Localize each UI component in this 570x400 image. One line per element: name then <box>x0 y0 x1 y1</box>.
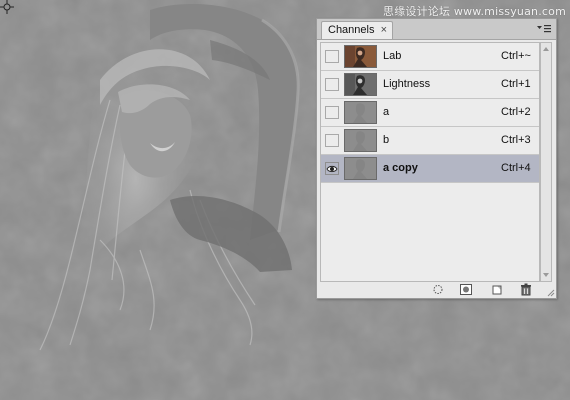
tab-channels[interactable]: Channels × <box>321 21 393 39</box>
panel-menu-icon[interactable] <box>536 23 552 35</box>
channel-list: Lab Ctrl+~ Lightness Ctrl+1 a Ctrl+2 b Ctrl+3 a … <box>320 42 540 282</box>
channel-thumbnail <box>344 157 377 180</box>
channel-row[interactable]: Lab Ctrl+~ <box>321 43 539 71</box>
channel-shortcut: Ctrl+3 <box>501 134 531 146</box>
scroll-down-icon[interactable] <box>541 269 551 281</box>
save-selection-icon[interactable] <box>459 283 473 296</box>
channel-name: b <box>383 134 390 146</box>
scroll-up-icon[interactable] <box>541 43 551 55</box>
tab-label: Channels <box>328 24 375 36</box>
visibility-toggle[interactable] <box>325 106 339 119</box>
channel-thumbnail <box>344 45 377 68</box>
panel-tab-bar: Channels × <box>317 19 556 40</box>
visibility-toggle[interactable] <box>325 50 339 63</box>
visibility-toggle[interactable] <box>325 134 339 147</box>
channel-thumbnail <box>344 73 377 96</box>
load-selection-icon[interactable] <box>431 283 445 296</box>
channel-thumbnail <box>344 101 377 124</box>
channel-shortcut: Ctrl+2 <box>501 106 531 118</box>
channel-thumbnail <box>344 129 377 152</box>
new-channel-icon[interactable] <box>490 283 504 296</box>
channel-row[interactable]: b Ctrl+3 <box>321 127 539 155</box>
channel-name: a copy <box>383 162 418 174</box>
channel-name: a <box>383 106 390 118</box>
close-icon[interactable]: × <box>381 22 387 39</box>
visibility-toggle[interactable] <box>325 162 339 175</box>
channel-shortcut: Ctrl+4 <box>501 162 531 174</box>
channel-row[interactable]: a copy Ctrl+4 <box>321 155 539 183</box>
crosshair-cursor-icon <box>0 0 14 14</box>
panel-bottom-bar <box>317 282 556 298</box>
channel-row[interactable]: Lightness Ctrl+1 <box>321 71 539 99</box>
scrollbar[interactable] <box>540 42 552 282</box>
channel-shortcut: Ctrl+1 <box>501 78 531 90</box>
channel-shortcut: Ctrl+~ <box>501 50 531 62</box>
watermark: 思缘设计论坛 www.missyuan.com <box>383 5 566 18</box>
resize-grip-icon[interactable] <box>547 289 555 297</box>
channel-name: Lab <box>383 50 402 62</box>
channels-panel: Channels × Lab Ctrl+~ Lightness Ctrl+1 a Ctrl… <box>316 18 557 299</box>
channel-name: Lightness <box>383 78 431 90</box>
delete-channel-icon[interactable] <box>519 283 533 296</box>
visibility-toggle[interactable] <box>325 78 339 91</box>
channel-row[interactable]: a Ctrl+2 <box>321 99 539 127</box>
